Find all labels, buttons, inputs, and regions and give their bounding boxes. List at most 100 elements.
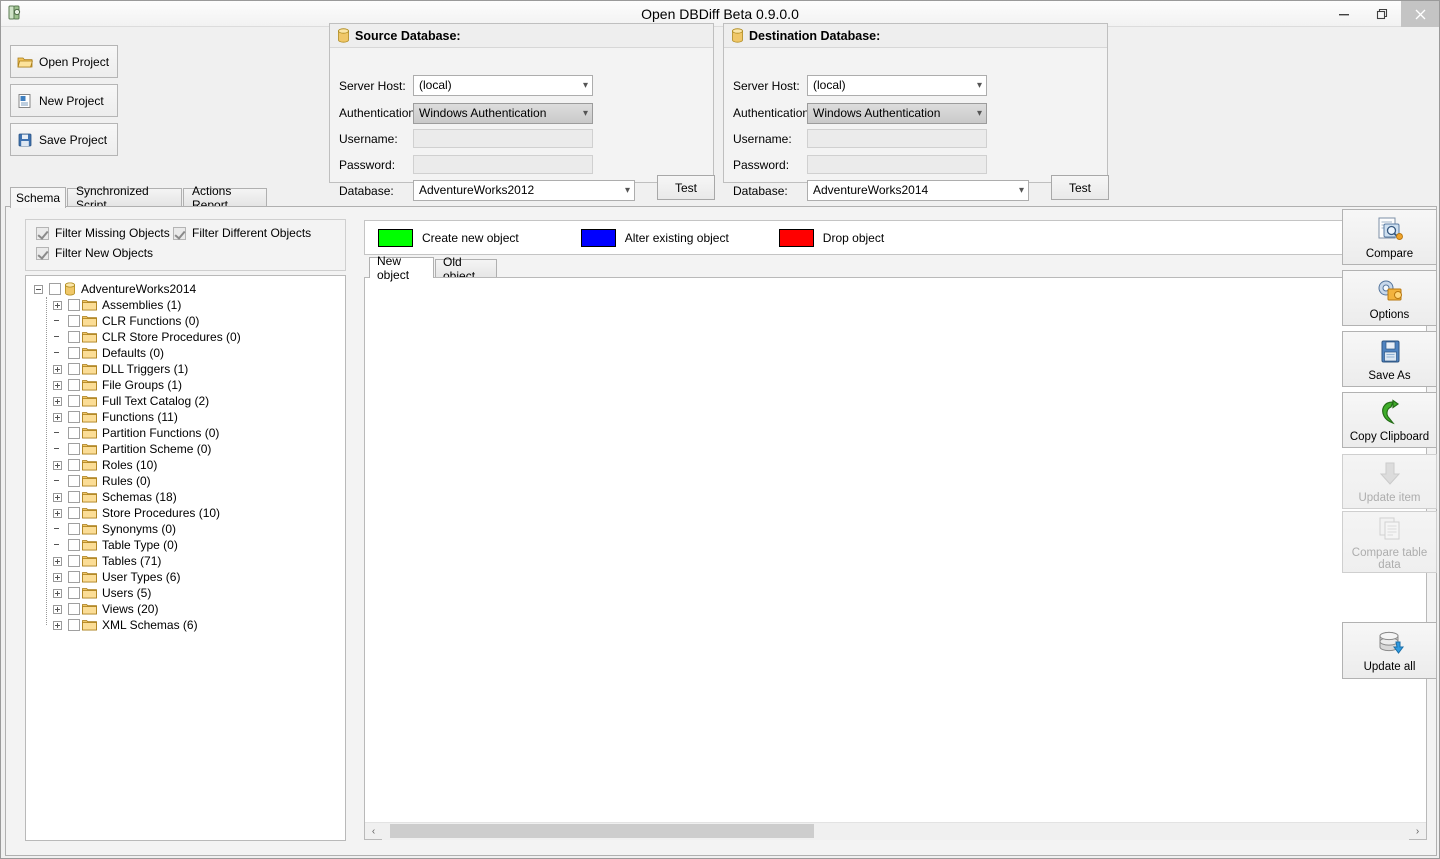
update-item-button[interactable]: Update item (1342, 454, 1437, 509)
tree-node-checkbox[interactable] (68, 411, 80, 423)
update-all-button[interactable]: Update all (1342, 622, 1437, 679)
expand-plus-icon[interactable] (53, 620, 62, 630)
expand-plus-icon[interactable] (53, 556, 62, 566)
checkbox-icon[interactable] (36, 246, 49, 260)
options-button[interactable]: Options (1342, 270, 1437, 326)
scrollbar-track[interactable] (382, 823, 1409, 840)
copy-clipboard-button[interactable]: Copy Clipboard (1342, 392, 1437, 448)
destination-password-input[interactable] (807, 155, 987, 174)
tree-node[interactable]: Users (5) (26, 585, 345, 601)
filter-different-objects[interactable]: Filter Different Objects (173, 226, 311, 240)
filter-new-objects[interactable]: Filter New Objects (36, 246, 153, 260)
compare-button[interactable]: Compare (1342, 209, 1437, 265)
expand-plus-icon[interactable] (53, 460, 62, 470)
tree-node[interactable]: CLR Functions (0) (26, 313, 345, 329)
scroll-right-arrow-icon[interactable]: › (1409, 823, 1426, 840)
tree-node[interactable]: DLL Triggers (1) (26, 361, 345, 377)
tree-node-checkbox[interactable] (49, 283, 61, 295)
tree-node-root[interactable]: AdventureWorks2014 (26, 281, 345, 297)
scrollbar-thumb[interactable] (390, 824, 814, 838)
tree-node-checkbox[interactable] (68, 539, 80, 551)
expand-plus-icon[interactable] (53, 412, 62, 422)
tree-node-checkbox[interactable] (68, 299, 80, 311)
expand-plus-icon[interactable] (53, 572, 62, 582)
tree-node-checkbox[interactable] (68, 619, 80, 631)
expand-plus-icon[interactable] (53, 380, 62, 390)
compare-table-data-button[interactable]: Compare table data (1342, 511, 1437, 573)
tree-node[interactable]: Partition Functions (0) (26, 425, 345, 441)
source-authentication-combo[interactable]: Windows Authentication ▾ (413, 103, 593, 124)
tree-node[interactable]: Rules (0) (26, 473, 345, 489)
tab-schema[interactable]: Schema (10, 187, 66, 208)
tree-node-checkbox[interactable] (68, 459, 80, 471)
tree-node-checkbox[interactable] (68, 347, 80, 359)
maximize-button[interactable] (1363, 1, 1401, 27)
tree-node-checkbox[interactable] (68, 315, 80, 327)
tree-node[interactable]: Store Procedures (10) (26, 505, 345, 521)
expand-plus-icon[interactable] (53, 604, 62, 614)
save-as-button[interactable]: Save As (1342, 331, 1437, 387)
tree-node[interactable]: Views (20) (26, 601, 345, 617)
destination-username-input[interactable] (807, 129, 987, 148)
tree-node-checkbox[interactable] (68, 491, 80, 503)
tree-node[interactable]: Full Text Catalog (2) (26, 393, 345, 409)
tab-synchronized-script[interactable]: Synchronized Script (67, 184, 182, 212)
tree-node-checkbox[interactable] (68, 331, 80, 343)
schema-tree[interactable]: AdventureWorks2014 Assemblies (1) CLR Func… (25, 275, 346, 841)
tree-node-checkbox[interactable] (68, 603, 80, 615)
tree-node[interactable]: User Types (6) (26, 569, 345, 585)
expand-plus-icon[interactable] (53, 492, 62, 502)
tree-node[interactable]: Tables (71) (26, 553, 345, 569)
collapse-minus-icon[interactable] (34, 284, 43, 294)
scroll-left-arrow-icon[interactable]: ‹ (365, 823, 382, 840)
tree-node-checkbox[interactable] (68, 443, 80, 455)
checkbox-icon[interactable] (173, 226, 186, 240)
tab-new-object[interactable]: New object (369, 254, 434, 282)
tree-node[interactable]: Assemblies (1) (26, 297, 345, 313)
tree-node-checkbox[interactable] (68, 571, 80, 583)
tab-old-object[interactable]: Old object (435, 255, 497, 283)
tree-node-checkbox[interactable] (68, 427, 80, 439)
minimize-button[interactable] (1325, 1, 1363, 27)
content-horizontal-scrollbar[interactable]: ‹ › (365, 822, 1426, 840)
tree-node-checkbox[interactable] (68, 363, 80, 375)
tree-node[interactable]: Functions (11) (26, 409, 345, 425)
expand-plus-icon[interactable] (53, 508, 62, 518)
destination-authentication-combo[interactable]: Windows Authentication ▾ (807, 103, 987, 124)
tree-node-checkbox[interactable] (68, 587, 80, 599)
tree-node[interactable]: Table Type (0) (26, 537, 345, 553)
expand-plus-icon[interactable] (53, 588, 62, 598)
new-project-button[interactable]: New Project (10, 84, 118, 117)
object-tabstrip: New object Old object (364, 254, 1427, 283)
open-project-button[interactable]: Open Project (10, 45, 118, 78)
expand-plus-icon[interactable] (53, 396, 62, 406)
save-project-button[interactable]: Save Project (10, 123, 118, 156)
tree-node-checkbox[interactable] (68, 475, 80, 487)
tree-node-checkbox[interactable] (68, 395, 80, 407)
tree-node-checkbox[interactable] (68, 555, 80, 567)
tree-node-checkbox[interactable] (68, 523, 80, 535)
source-username-input[interactable] (413, 129, 593, 148)
checkbox-icon[interactable] (36, 226, 49, 240)
tree-node[interactable]: Partition Scheme (0) (26, 441, 345, 457)
source-server-host-combo[interactable]: (local) ▾ (413, 75, 593, 96)
tree-node[interactable]: Defaults (0) (26, 345, 345, 361)
source-password-input[interactable] (413, 155, 593, 174)
tree-node[interactable]: File Groups (1) (26, 377, 345, 393)
tree-node[interactable]: CLR Store Procedures (0) (26, 329, 345, 345)
tree-node[interactable]: Roles (10) (26, 457, 345, 473)
expand-plus-icon[interactable] (53, 300, 62, 310)
expand-plus-icon[interactable] (53, 364, 62, 374)
close-button[interactable] (1401, 1, 1439, 27)
tree-node-checkbox[interactable] (68, 379, 80, 391)
tab-actions-report[interactable]: Actions Report (183, 184, 267, 212)
tree-node-checkbox[interactable] (68, 507, 80, 519)
destination-server-host-combo[interactable]: (local) ▾ (807, 75, 987, 96)
tree-node[interactable]: Schemas (18) (26, 489, 345, 505)
tree-node[interactable]: Synonyms (0) (26, 521, 345, 537)
folder-icon (82, 331, 97, 343)
tree-node[interactable]: XML Schemas (6) (26, 617, 345, 633)
legend-create-new-object: Create new object (378, 228, 519, 247)
object-content-panel[interactable]: ‹ › (364, 277, 1427, 840)
filter-missing-objects[interactable]: Filter Missing Objects (36, 226, 170, 240)
